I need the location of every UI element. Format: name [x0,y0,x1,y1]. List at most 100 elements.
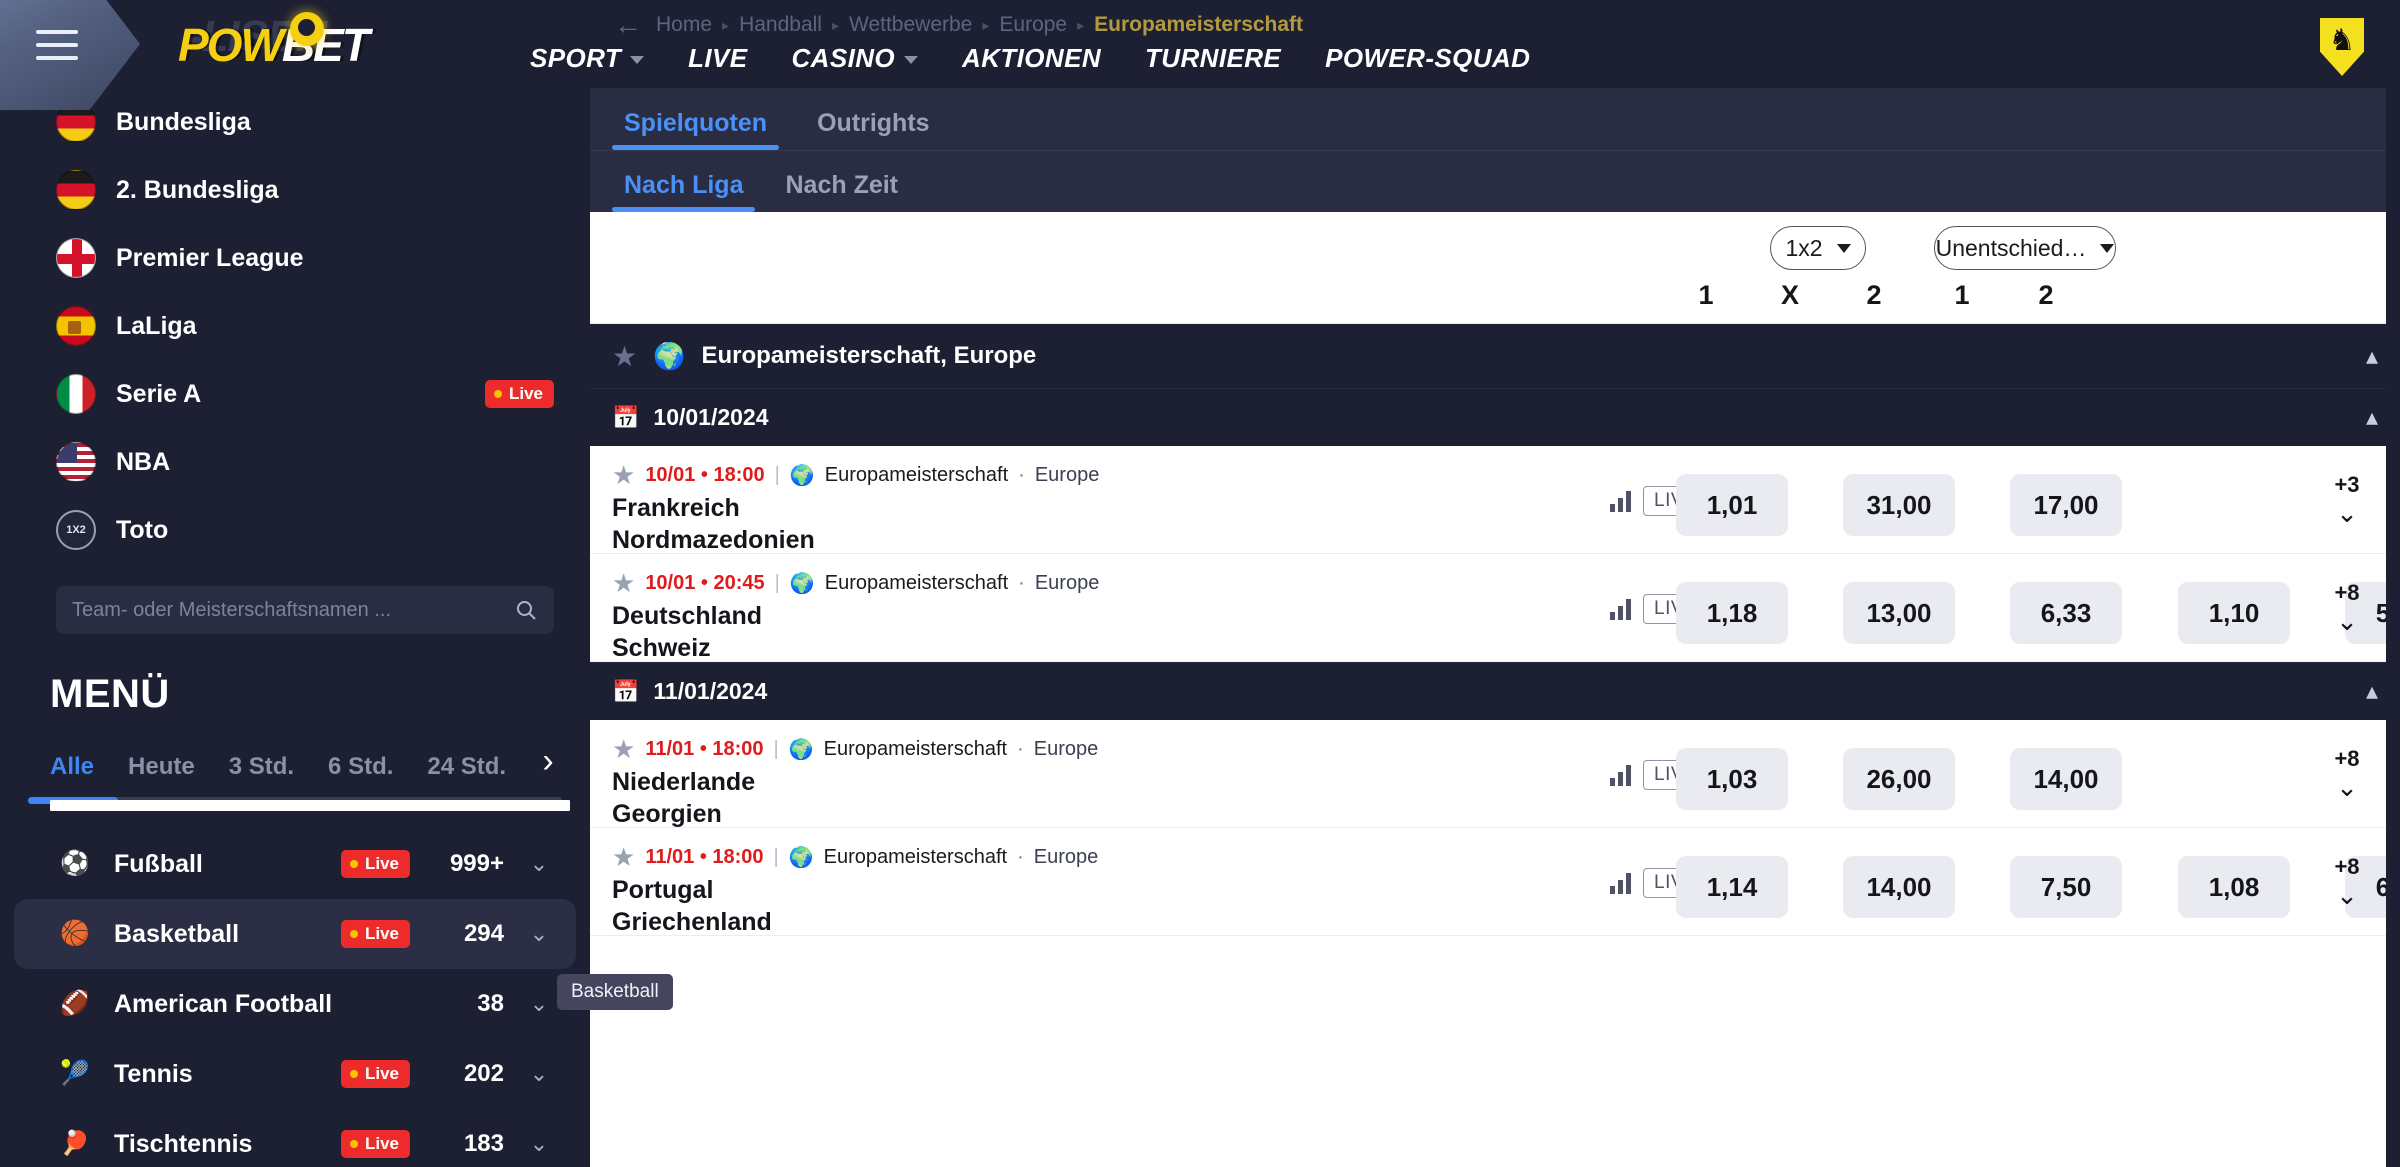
events-board[interactable]: ★ 🌍 Europameisterschaft, Europe ▴ 📅 10/0… [590,324,2400,1167]
nav-item-casino[interactable]: CASINO [770,38,941,78]
meta-divider: | [774,572,780,594]
globe-icon: 🌍 [789,465,815,487]
statistics-icon[interactable] [1610,598,1631,620]
soccer-ball-icon: ⚽ [60,850,90,877]
sidebar-search[interactable] [56,586,554,634]
scrollbar-chrome-overlay[interactable] [50,800,570,811]
nav-item-aktionen[interactable]: AKTIONEN [940,38,1123,78]
live-badge-label: Live [364,924,399,943]
subtab-nach-liga[interactable]: Nach Liga [612,171,756,212]
match-row[interactable]: ★ 10/01 • 18:00 | 🌍 Europameisterschaft … [590,446,2400,554]
date-header-10-01-2024[interactable]: 📅 10/01/2024 ▴ [590,388,2400,446]
tab-spielquoten[interactable]: Spielquoten [612,109,780,150]
chevron-up-icon[interactable]: ▴ [2366,342,2378,371]
sidebar-league-premier-league[interactable]: Premier League [0,224,590,292]
sidebar-sport-tischtennis[interactable]: 🏓 Tischtennis Live 183 ⌄ [14,1109,576,1167]
time-filter-alle[interactable]: Alle [50,753,94,785]
brand-logo[interactable]: -LISEN POWBET [178,8,498,78]
more-markets-button[interactable]: +8 ⌄ [2320,854,2374,908]
sidebar-sport-fussball[interactable]: ⚽ Fußball Live 999+ ⌄ [14,829,576,899]
chevron-up-icon[interactable]: ▴ [2366,403,2378,432]
breadcrumb-item-wettbewerbe[interactable]: Wettbewerbe [849,13,972,37]
breadcrumb-item-europe[interactable]: Europe [999,13,1067,37]
statistics-icon[interactable] [1610,490,1631,512]
more-markets-button[interactable]: +8 ⌄ [2320,580,2374,634]
date-header-11-01-2024[interactable]: 📅 11/01/2024 ▴ [590,662,2400,720]
star-icon[interactable]: ★ [612,568,635,599]
odd-button-2[interactable]: 14,00 [2010,748,2122,810]
time-filter-24-std[interactable]: 24 Std. [427,753,506,785]
league-header[interactable]: ★ 🌍 Europameisterschaft, Europe ▴ [590,324,2400,388]
chevron-down-icon[interactable]: ⌄ [524,1131,554,1157]
odd-button-2[interactable]: 6,33 [2010,582,2122,644]
time-filter-heute[interactable]: Heute [128,753,195,785]
chevron-down-icon[interactable]: ⌄ [524,851,554,877]
nav-item-turniere[interactable]: TURNIERE [1123,38,1303,78]
statistics-icon[interactable] [1610,872,1631,894]
odd-button-dc-1[interactable]: 1,08 [2178,856,2290,918]
sidebar-league-toto[interactable]: 1X2 Toto [0,496,590,564]
live-dot-icon [349,930,358,938]
chevron-down-icon: ⌄ [2336,880,2358,910]
chevron-down-icon[interactable]: ⌄ [524,991,554,1017]
subtab-nach-zeit[interactable]: Nach Zeit [773,171,910,212]
breadcrumb-item-handball[interactable]: Handball [739,13,822,37]
match-row[interactable]: ★ 11/01 • 18:00 | 🌍 Europameisterschaft … [590,828,2400,936]
sidebar-league-serie-a[interactable]: Serie A Live [0,360,590,428]
tab-outrights[interactable]: Outrights [805,109,942,150]
chevron-up-icon[interactable]: ▴ [2366,677,2378,706]
sidebar-league-nba[interactable]: NBA [0,428,590,496]
right-edge-strip [2386,88,2400,1167]
time-filter-3-std[interactable]: 3 Std. [229,753,294,785]
live-badge-label: Live [364,1064,399,1083]
statistics-icon[interactable] [1610,764,1631,786]
odd-button-2[interactable]: 7,50 [2010,856,2122,918]
sidebar-league-2-bundesliga[interactable]: 2. Bundesliga [0,156,590,224]
hamburger-menu-icon[interactable] [36,30,78,60]
chevron-down-icon[interactable]: ⌄ [524,921,554,947]
odd-button-x[interactable]: 26,00 [1843,748,1955,810]
odd-button-x[interactable]: 31,00 [1843,474,1955,536]
star-icon[interactable]: ★ [612,460,635,491]
time-filter-6-std[interactable]: 6 Std. [328,753,393,785]
odd-button-1[interactable]: 1,01 [1676,474,1788,536]
more-markets-button[interactable]: +3 ⌄ [2320,472,2374,526]
odd-button-1[interactable]: 1,14 [1676,856,1788,918]
star-icon[interactable]: ★ [612,734,635,765]
search-input[interactable] [72,598,504,622]
odd-button-2[interactable]: 17,00 [2010,474,2122,536]
sidebar-league-label: LaLiga [116,311,197,340]
back-arrow-icon[interactable]: ← [614,11,642,39]
sidebar-scroll-area[interactable]: Bundesliga 2. Bundesliga Premier League … [0,88,590,1167]
market-select-1x2[interactable]: 1x2 [1770,226,1866,270]
prancing-horse-shield-icon[interactable]: ♞ [2312,12,2372,76]
breadcrumb-item-home[interactable]: Home [656,13,712,37]
search-icon[interactable] [514,598,538,622]
nav-item-label: POWER-SQUAD [1325,42,1531,73]
menu-heading: MENÜ [50,672,170,716]
sidebar-sport-tennis[interactable]: 🎾 Tennis Live 202 ⌄ [14,1039,576,1109]
sidebar-sport-basketball[interactable]: 🏀 Basketball Live 294 ⌄ [14,899,576,969]
sidebar-sport-american-football[interactable]: 🏈 American Football 38 ⌄ [14,969,576,1039]
sidebar-sport-count: 999+ [449,850,504,877]
odd-button-x[interactable]: 13,00 [1843,582,1955,644]
star-icon[interactable]: ★ [612,340,637,373]
match-row[interactable]: ★ 10/01 • 20:45 | 🌍 Europameisterschaft … [590,554,2400,662]
more-markets-button[interactable]: +8 ⌄ [2320,746,2374,800]
market-select-doppelte-chance[interactable]: Unentschied… [1934,226,2116,270]
odd-button-dc-1[interactable]: 1,10 [2178,582,2290,644]
nav-item-live[interactable]: LIVE [666,38,769,78]
nav-item-power-squad[interactable]: POWER-SQUAD [1303,38,1552,78]
chevron-right-icon[interactable]: › [528,741,568,781]
odd-button-1[interactable]: 1,18 [1676,582,1788,644]
time-filter-scrollbar[interactable] [28,791,570,811]
more-markets-count: +8 [2334,854,2360,879]
chevron-down-icon[interactable]: ⌄ [524,1061,554,1087]
sidebar-league-label: Serie A [116,379,202,408]
match-row[interactable]: ★ 11/01 • 18:00 | 🌍 Europameisterschaft … [590,720,2400,828]
odd-button-1[interactable]: 1,03 [1676,748,1788,810]
star-icon[interactable]: ★ [612,842,635,873]
odd-button-x[interactable]: 14,00 [1843,856,1955,918]
sidebar-league-laliga[interactable]: LaLiga [0,292,590,360]
nav-item-sport[interactable]: SPORT [508,38,666,78]
